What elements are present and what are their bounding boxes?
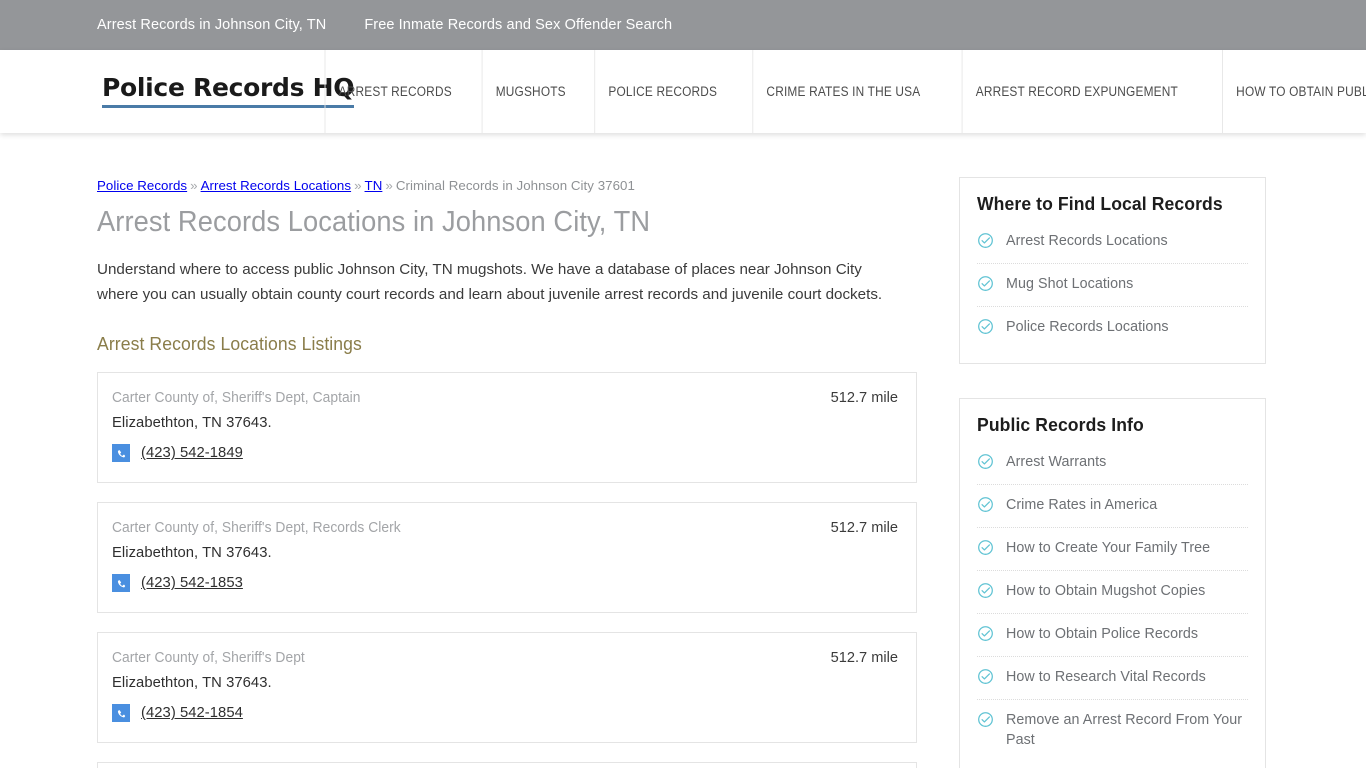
list-item[interactable]: Arrest Warrants [977, 442, 1248, 485]
listing-name[interactable]: Carter County of, Sheriff's Dept [112, 650, 305, 666]
list-item[interactable]: Remove an Arrest Record From Your Past [977, 700, 1248, 760]
widget-public-records-info: Public Records Info Arrest Warrants Crim… [959, 398, 1266, 768]
listing-card[interactable]: Carter County of, Sheriff's Dept 512.7 m… [97, 632, 917, 744]
listing-address: Elizabethton, TN 37643. [112, 415, 272, 432]
widget-title: Public Records Info [977, 414, 1144, 435]
listing-address: Elizabethton, TN 37643. [112, 545, 272, 562]
circle-check-icon [977, 496, 994, 518]
listing-address: Elizabethton, TN 37643. [112, 675, 272, 692]
circle-check-icon [977, 318, 994, 340]
listing-phone-row: (423) 542-1849 [112, 444, 898, 463]
breadcrumb-item-arrest-records-locations[interactable]: Arrest Records Locations [201, 178, 352, 193]
breadcrumb-separator: » [385, 178, 393, 193]
topbar-link-arrest-records[interactable]: Arrest Records in Johnson City, TN [97, 17, 326, 33]
section-title-listings: Arrest Records Locations Listings [97, 333, 362, 355]
page-title: Arrest Records Locations in Johnson City… [97, 206, 651, 239]
phone-icon [112, 444, 130, 463]
circle-check-icon [977, 539, 994, 561]
breadcrumb-item-tn[interactable]: TN [365, 178, 383, 193]
nav-item-police-records[interactable]: POLICE RECORDS [594, 50, 730, 133]
nav-item-arrest-record-expungement[interactable]: ARREST RECORD EXPUNGEMENT [961, 50, 1190, 133]
listing-name[interactable]: Carter County of, Sheriff's Dept, Record… [112, 520, 401, 536]
nav-item-mugshots[interactable]: MUGSHOTS [481, 50, 578, 133]
logo-container[interactable]: Police Records HQ [0, 50, 355, 133]
listing-phone-number[interactable]: (423) 542-1853 [141, 575, 243, 591]
listing-header: Carter County of, Sheriff's Dept, Captai… [112, 390, 898, 406]
main-content: Police Records» Arrest Records Locations»… [97, 177, 917, 768]
sidebar-link-how-to-obtain-police-records[interactable]: How to Obtain Police Records [1006, 624, 1198, 644]
listing-phone-number[interactable]: (423) 542-1854 [141, 705, 243, 721]
widget-where-to-find-local-records: Where to Find Local Records Arrest Recor… [959, 177, 1266, 364]
list-item[interactable]: How to Obtain Police Records [977, 614, 1248, 657]
sidebar-link-mug-shot-locations[interactable]: Mug Shot Locations [1006, 274, 1133, 294]
listing-distance: 512.7 mile [830, 390, 898, 407]
widget-link-list: Arrest Warrants Crime Rates in America H… [977, 442, 1248, 760]
nav-item-arrest-records[interactable]: ARREST RECORDS [324, 50, 465, 133]
top-utility-bar: Arrest Records in Johnson City, TN Free … [0, 0, 1366, 50]
circle-check-icon [977, 453, 994, 475]
list-item[interactable]: How to Obtain Mugshot Copies [977, 571, 1248, 614]
listing-header: Carter County of, Sheriff's Dept, Record… [112, 520, 898, 536]
listing-card[interactable]: Carter County of, Sheriff's Dept, Captai… [97, 372, 917, 484]
circle-check-icon [977, 711, 994, 733]
topbar-link-free-inmate-records[interactable]: Free Inmate Records and Sex Offender Sea… [364, 17, 672, 33]
listing-phone-row: (423) 542-1853 [112, 574, 898, 593]
phone-icon [112, 704, 130, 723]
sidebar-link-police-records-locations[interactable]: Police Records Locations [1006, 317, 1169, 337]
listing-name[interactable]: Carter County of, Sheriff's Dept, Captai… [112, 390, 361, 406]
breadcrumb-separator: » [190, 178, 198, 193]
circle-check-icon [977, 275, 994, 297]
listing-distance: 512.7 mile [830, 650, 898, 667]
nav-item-how-to-obtain-public-records[interactable]: HOW TO OBTAIN PUBLIC RECORDS [1222, 50, 1366, 133]
list-item[interactable]: How to Create Your Family Tree [977, 528, 1248, 571]
breadcrumb-separator: » [354, 178, 362, 193]
circle-check-icon [977, 232, 994, 254]
circle-check-icon [977, 668, 994, 690]
listing-card[interactable]: Carter County of, Sheriff's Dept, Record… [97, 502, 917, 614]
sidebar-link-how-to-create-your-family-tree[interactable]: How to Create Your Family Tree [1006, 538, 1210, 558]
listing-distance: 512.7 mile [830, 520, 898, 537]
listing-phone-number[interactable]: (423) 542-1849 [141, 445, 243, 461]
sidebar-link-remove-an-arrest-record-from-your-past[interactable]: Remove an Arrest Record From Your Past [1006, 710, 1248, 751]
sidebar-link-crime-rates-in-america[interactable]: Crime Rates in America [1006, 495, 1157, 515]
list-item[interactable]: Arrest Records Locations [977, 221, 1248, 264]
site-header: Police Records HQ ARREST RECORDS MUGSHOT… [0, 50, 1366, 133]
widget-link-list: Arrest Records Locations Mug Shot Locati… [977, 221, 1248, 349]
list-item[interactable]: Police Records Locations [977, 307, 1248, 349]
listing-phone-row: (423) 542-1854 [112, 704, 898, 723]
circle-check-icon [977, 625, 994, 647]
page-body: Police Records» Arrest Records Locations»… [0, 133, 1366, 768]
list-item[interactable]: How to Research Vital Records [977, 657, 1248, 700]
sidebar-link-how-to-research-vital-records[interactable]: How to Research Vital Records [1006, 667, 1206, 687]
sidebar-link-arrest-records-locations[interactable]: Arrest Records Locations [1006, 231, 1168, 251]
listing-header: Carter County of, Sheriff's Dept 512.7 m… [112, 650, 898, 666]
list-item[interactable]: Mug Shot Locations [977, 264, 1248, 307]
widget-title: Where to Find Local Records [977, 193, 1223, 214]
breadcrumb-item-police-records[interactable]: Police Records [97, 178, 187, 193]
circle-check-icon [977, 582, 994, 604]
breadcrumb-item-current: Criminal Records in Johnson City 37601 [395, 178, 635, 193]
phone-icon [112, 574, 130, 593]
sidebar: Where to Find Local Records Arrest Recor… [959, 177, 1266, 768]
list-item[interactable]: Crime Rates in America [977, 485, 1248, 528]
nav-item-crime-rates-in-the-usa[interactable]: CRIME RATES IN THE USA [752, 50, 933, 133]
listing-card[interactable]: Washington County Tn Offices, Sheriff De… [97, 762, 917, 768]
sidebar-link-arrest-warrants[interactable]: Arrest Warrants [1006, 452, 1106, 472]
main-navigation: ARREST RECORDS MUGSHOTS POLICE RECORDS C… [315, 50, 1366, 133]
intro-paragraph: Understand where to access public Johnso… [97, 261, 883, 303]
breadcrumb: Police Records» Arrest Records Locations»… [97, 177, 917, 194]
sidebar-link-how-to-obtain-mugshot-copies[interactable]: How to Obtain Mugshot Copies [1006, 581, 1205, 601]
